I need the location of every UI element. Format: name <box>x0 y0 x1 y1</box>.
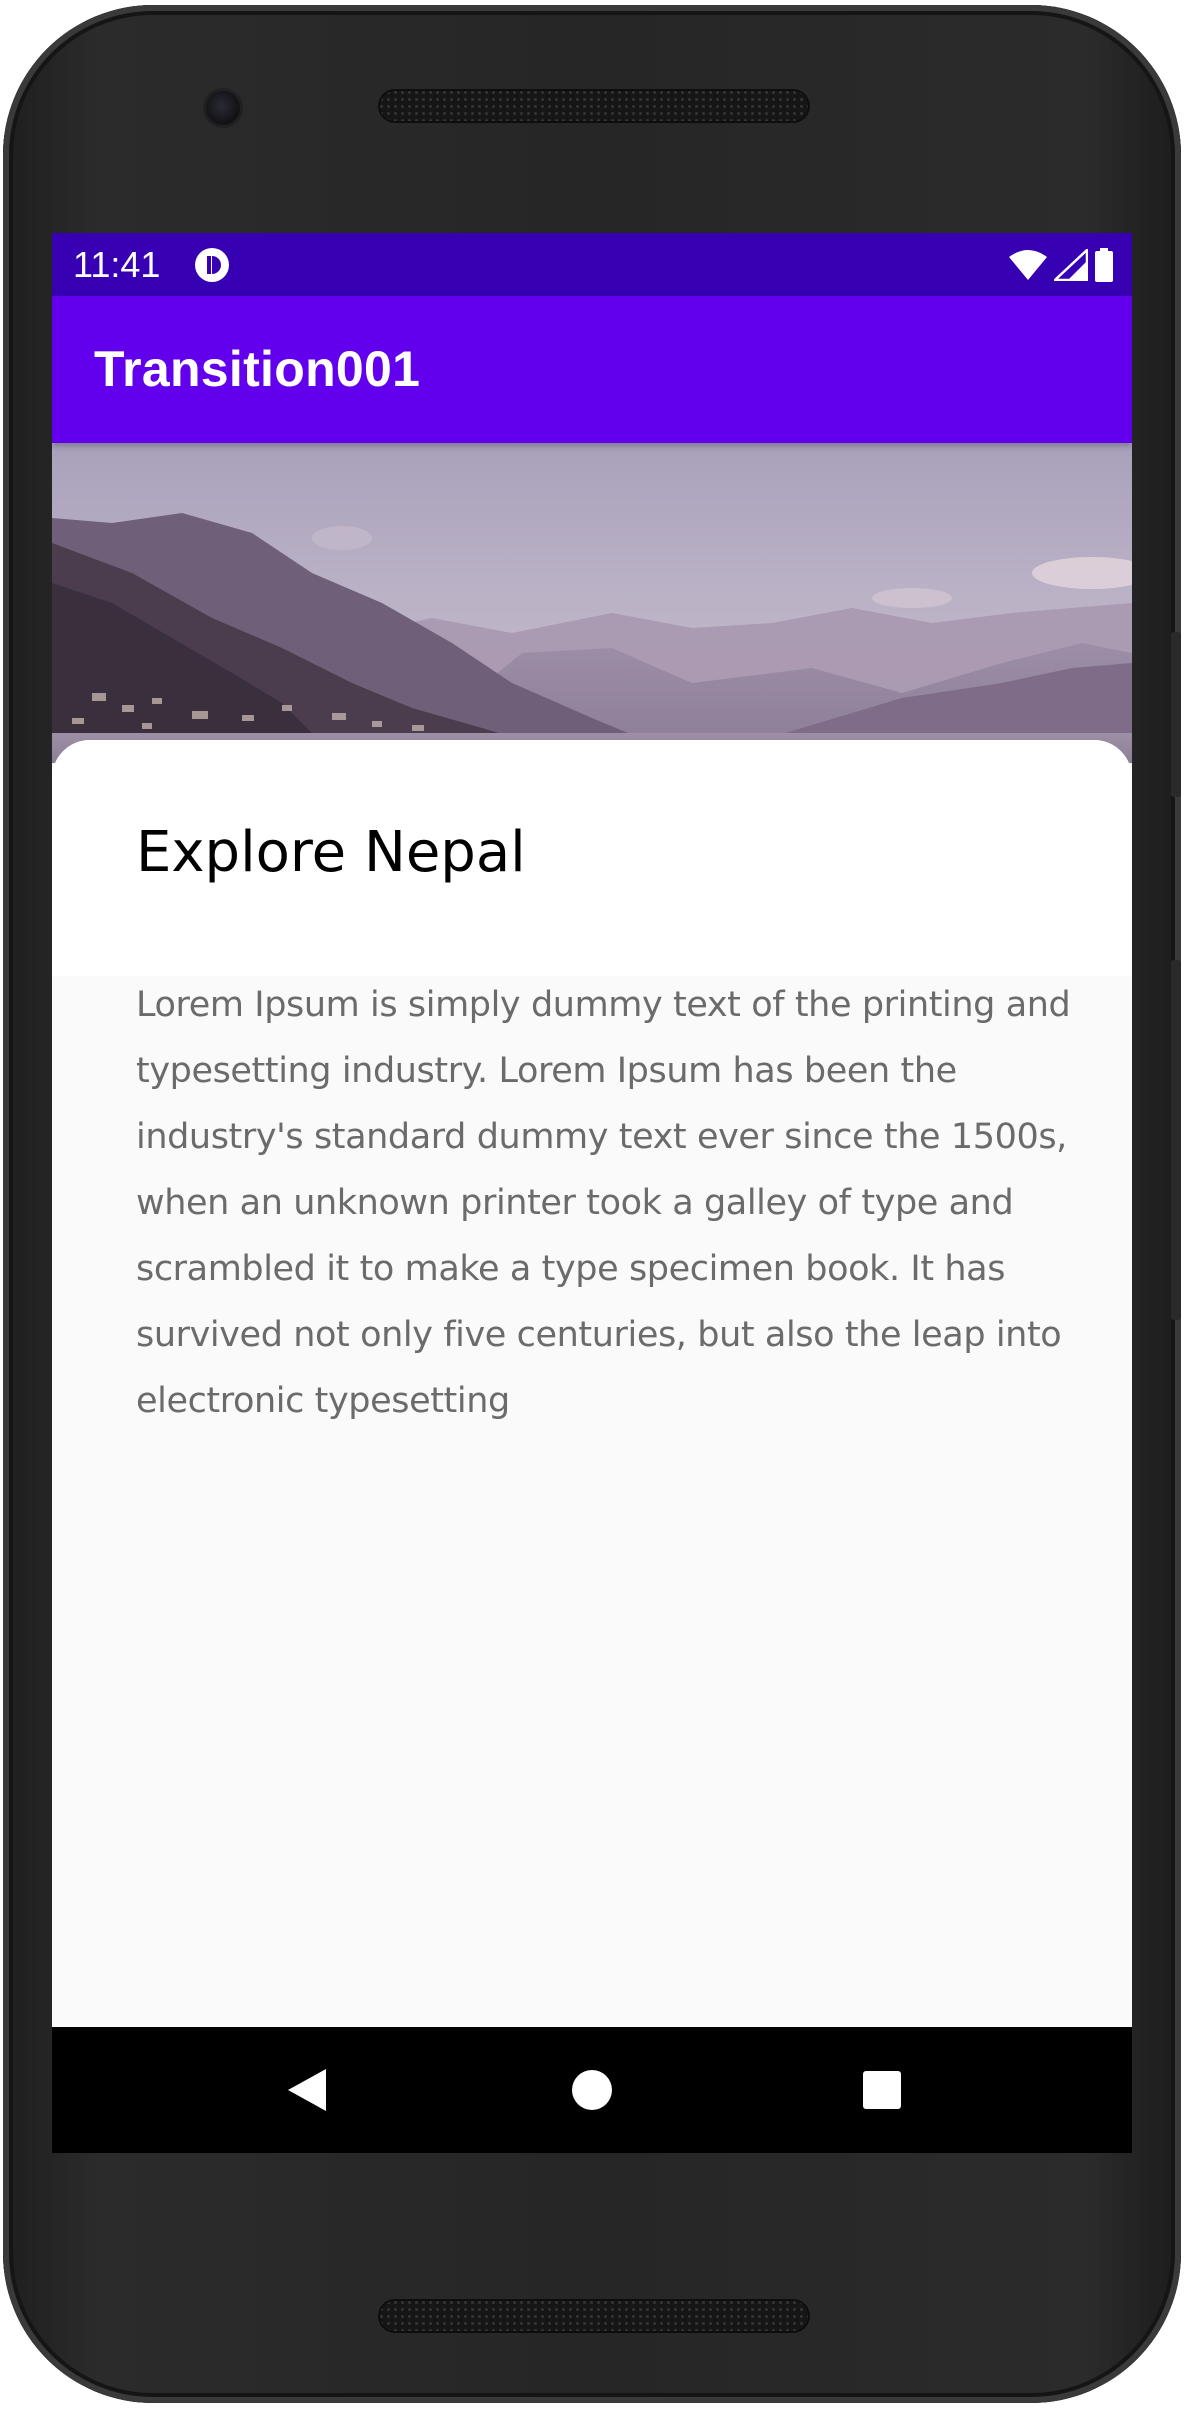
card-body-text: Lorem Ipsum is simply dummy text of the … <box>136 985 1071 1421</box>
battery-icon <box>1095 248 1113 282</box>
notification-app-icon <box>195 248 229 282</box>
device-screen: 11:41 Transition001 Explore Nepal Lorem … <box>52 233 1132 2153</box>
status-time: 11:41 <box>73 244 161 285</box>
volume-button <box>1171 960 1181 1320</box>
top-speaker-grille <box>378 89 810 123</box>
recents-button[interactable] <box>852 2060 912 2120</box>
signal-icon <box>1054 249 1088 281</box>
status-bar: 11:41 <box>52 233 1132 296</box>
power-button <box>1171 632 1181 797</box>
home-icon <box>572 2070 612 2110</box>
card-title: Explore Nepal <box>136 820 526 885</box>
navigation-bar <box>52 2027 1132 2153</box>
bottom-speaker-grille <box>378 2299 810 2333</box>
wifi-icon <box>1009 250 1047 280</box>
back-icon <box>288 2069 326 2111</box>
status-icons <box>1008 247 1114 283</box>
home-button[interactable] <box>562 2060 622 2120</box>
front-camera <box>206 91 240 125</box>
detail-card: Explore Nepal Lorem Ipsum is simply dumm… <box>52 740 1132 2023</box>
back-button[interactable] <box>277 2060 337 2120</box>
mountain-landscape-image <box>52 443 1132 763</box>
app-bar: Transition001 <box>52 296 1132 443</box>
recents-icon <box>863 2071 901 2109</box>
hero-image <box>52 443 1132 763</box>
app-title: Transition001 <box>94 341 421 397</box>
